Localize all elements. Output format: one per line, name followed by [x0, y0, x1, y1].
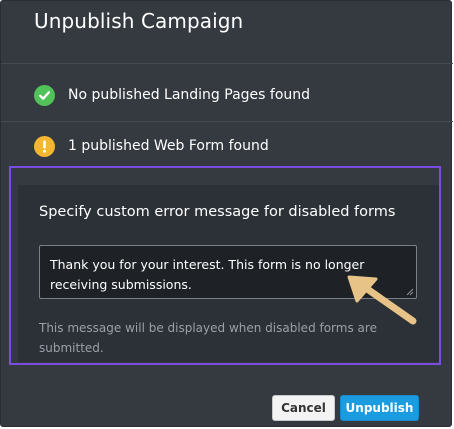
web-forms-status: 1 published Web Form found [34, 134, 269, 158]
header-divider [1, 63, 453, 64]
web-forms-status-text: 1 published Web Form found [68, 138, 269, 154]
cancel-button[interactable]: Cancel [272, 395, 335, 421]
unpublish-button[interactable]: Unpublish [340, 395, 419, 421]
unpublish-campaign-dialog: Unpublish Campaign No published Landing … [0, 0, 453, 427]
dialog-title: Unpublish Campaign [34, 9, 244, 33]
warning-circle-icon [34, 135, 55, 157]
status-divider [1, 121, 453, 122]
check-circle-icon [34, 84, 55, 106]
highlight-box [9, 166, 441, 365]
landing-pages-status-text: No published Landing Pages found [68, 87, 311, 103]
landing-pages-status: No published Landing Pages found [34, 83, 310, 107]
